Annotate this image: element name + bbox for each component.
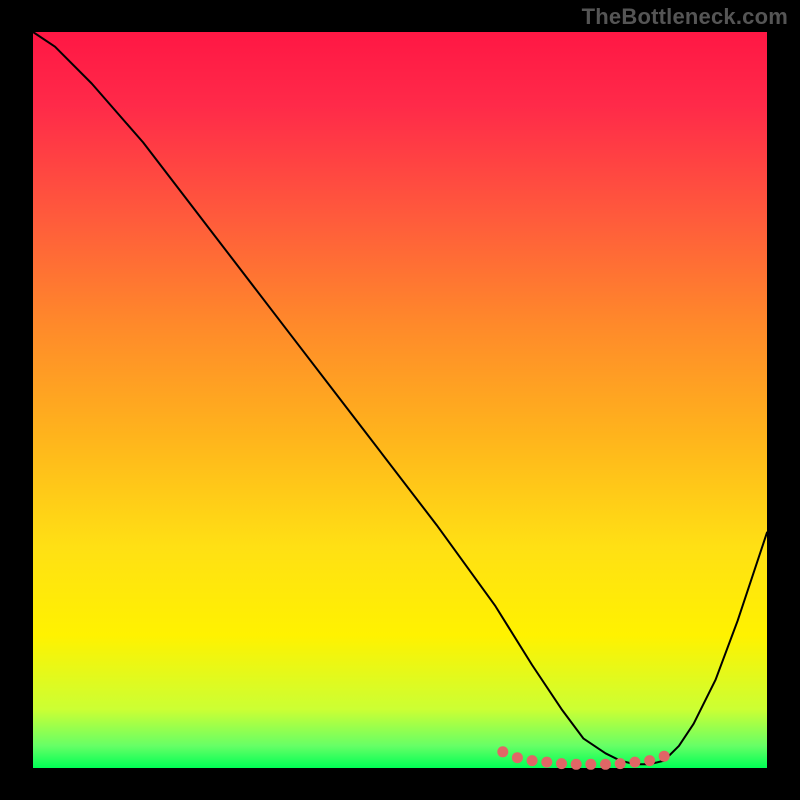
watermark-text: TheBottleneck.com bbox=[582, 4, 788, 30]
marker-dot bbox=[629, 757, 640, 768]
bottleneck-chart bbox=[0, 0, 800, 800]
marker-dot bbox=[527, 755, 538, 766]
marker-dot bbox=[615, 758, 626, 769]
marker-dot bbox=[541, 757, 552, 768]
marker-dot bbox=[600, 759, 611, 770]
chart-frame: { "watermark": "TheBottleneck.com", "col… bbox=[0, 0, 800, 800]
marker-dot bbox=[585, 759, 596, 770]
marker-dot bbox=[512, 752, 523, 763]
marker-dot bbox=[497, 746, 508, 757]
marker-dot bbox=[556, 758, 567, 769]
marker-dot bbox=[571, 759, 582, 770]
marker-dot bbox=[644, 755, 655, 766]
marker-dot bbox=[659, 751, 670, 762]
